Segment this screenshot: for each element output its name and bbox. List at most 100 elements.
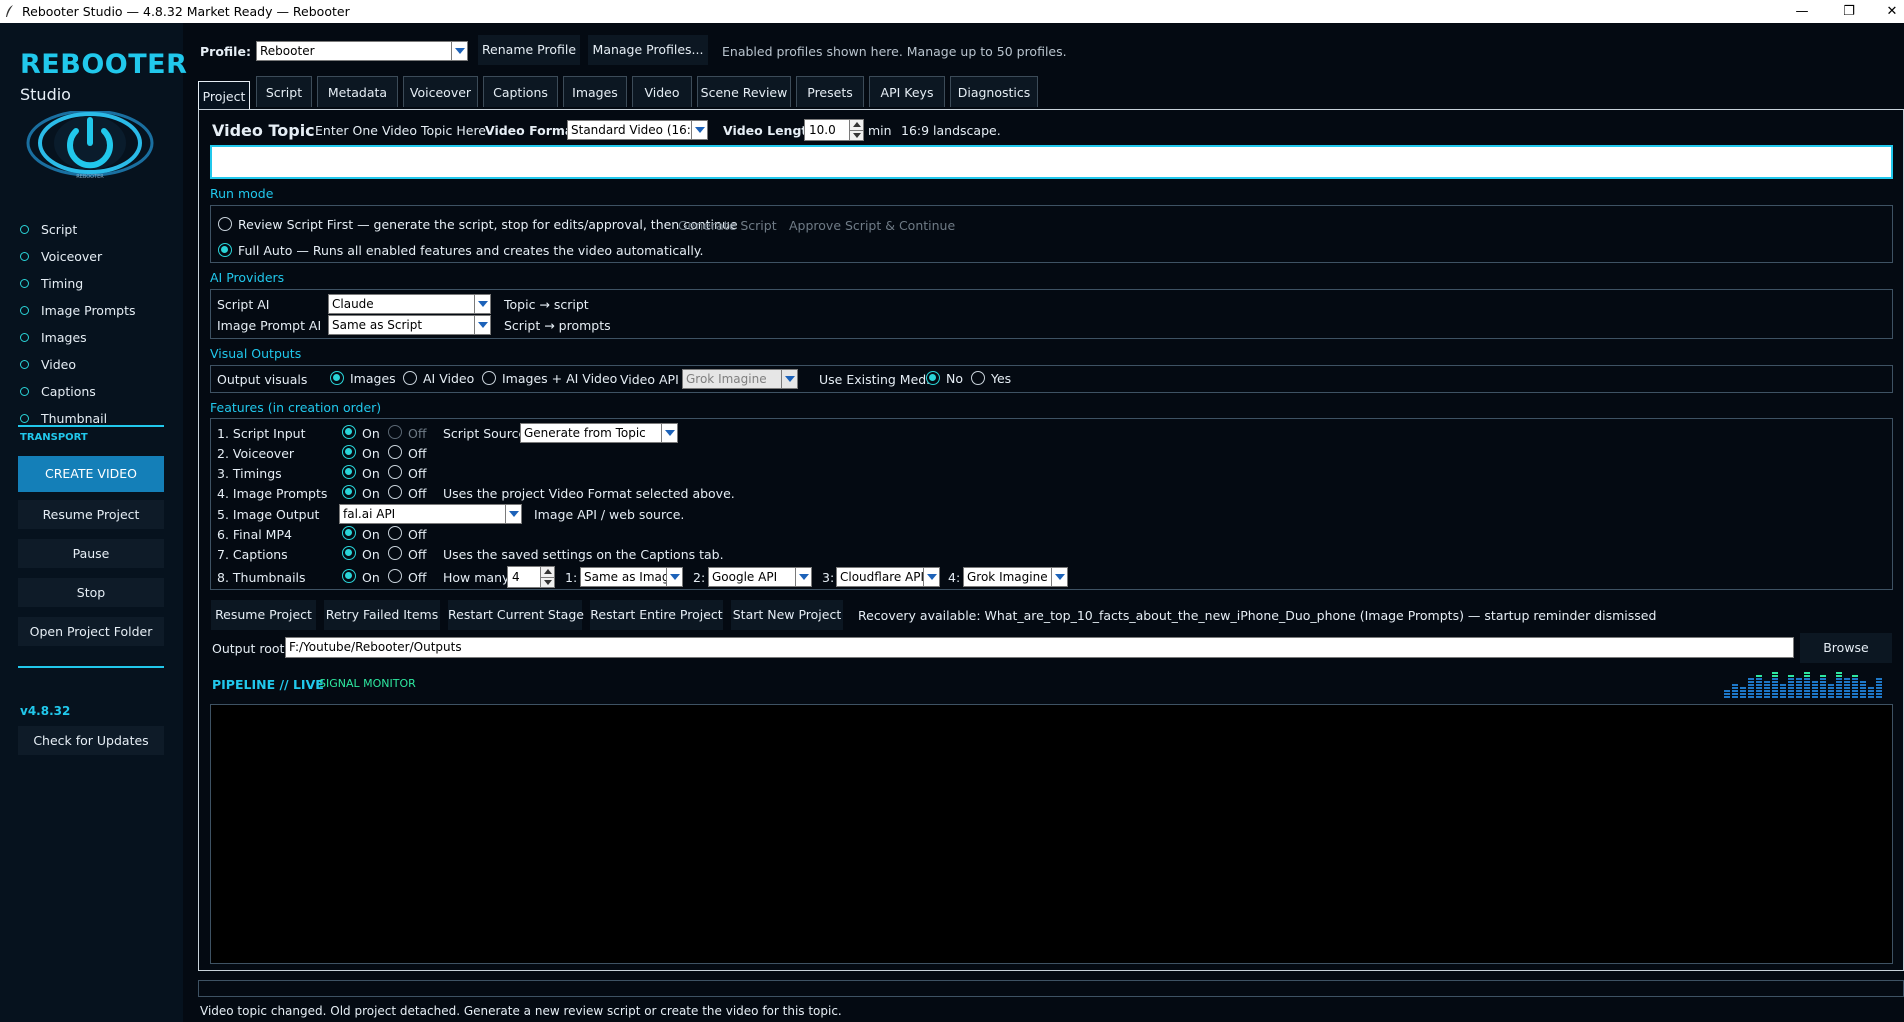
images-ai-video-option-label[interactable]: Images + AI Video [502,371,617,386]
tab-diagnostics[interactable]: Diagnostics [950,76,1038,107]
thumb-source-select-4[interactable]: Grok Imagine AI [963,567,1068,587]
how-many-stepper[interactable]: 4 [507,566,555,588]
chevron-down-icon[interactable] [474,316,490,334]
chevron-down-icon[interactable] [451,42,467,60]
minimize-button[interactable]: — [1787,2,1817,21]
use-existing-yes-radio[interactable] [971,371,985,385]
feature-off-label[interactable]: Off [408,570,426,585]
feature-on-label[interactable]: On [362,570,380,585]
chevron-down-icon[interactable] [505,505,521,523]
feature-on-radio[interactable] [342,546,356,560]
script-ai-select[interactable]: Claude [328,294,491,314]
feature-on-label[interactable]: On [362,446,380,461]
video-length-stepper[interactable]: 10.0 [804,119,864,141]
feature-off-label[interactable]: Off [408,466,426,481]
chevron-down-icon[interactable] [661,424,677,442]
feature-on-radio[interactable] [342,485,356,499]
retry-failed-button[interactable]: Retry Failed Items [324,600,440,630]
chevron-down-icon[interactable] [781,370,797,388]
feature-off-label[interactable]: Off [408,426,426,441]
feature-on-radio[interactable] [342,569,356,583]
browse-button[interactable]: Browse [1800,633,1892,663]
ai-video-radio[interactable] [403,371,417,385]
chevron-down-icon[interactable] [474,295,490,313]
feature-on-radio[interactable] [342,465,356,479]
feature-off-radio[interactable] [388,546,402,560]
tab-presets[interactable]: Presets [796,76,864,107]
feature-off-radio[interactable] [388,485,402,499]
approve-continue-button[interactable]: Approve Script & Continue [789,218,955,233]
tab-scene-review[interactable]: Scene Review [697,76,791,107]
use-existing-no-label[interactable]: No [946,371,963,386]
images-option-label[interactable]: Images [350,371,396,386]
create-video-button[interactable]: CREATE VIDEO [18,456,164,492]
feature-off-radio[interactable] [388,425,402,439]
tab-video[interactable]: Video [632,76,692,107]
feature-on-radio[interactable] [342,526,356,540]
stepper-down-icon[interactable] [540,577,554,587]
image-output-select[interactable]: fal.ai API [339,504,522,524]
feature-on-radio[interactable] [342,445,356,459]
tab-images[interactable]: Images [563,76,627,107]
restart-stage-button[interactable]: Restart Current Stage [448,600,584,630]
resume-project-button[interactable]: Resume Project [211,600,316,630]
thumb-source-select-1[interactable]: Same as Image [580,567,683,587]
chevron-down-icon[interactable] [666,568,682,586]
stepper-up-icon[interactable] [849,120,863,130]
chevron-down-icon[interactable] [923,568,939,586]
video-format-select[interactable]: Standard Video (16:9) [567,120,708,140]
feature-off-radio[interactable] [388,465,402,479]
feature-on-label[interactable]: On [362,527,380,542]
video-topic-input[interactable] [210,145,1893,179]
use-existing-no-radio[interactable] [926,371,940,385]
stepper-down-icon[interactable] [849,130,863,140]
review-first-radio[interactable] [218,217,232,231]
feature-on-label[interactable]: On [362,426,380,441]
use-existing-yes-label[interactable]: Yes [991,371,1011,386]
output-root-input[interactable]: F:/Youtube/Rebooter/Outputs [285,637,1794,658]
full-auto-radio[interactable] [218,243,232,257]
open-project-folder-button[interactable]: Open Project Folder [18,617,164,646]
restart-project-button[interactable]: Restart Entire Project [590,600,723,630]
tab-project[interactable]: Project [198,81,250,110]
feature-on-label[interactable]: On [362,547,380,562]
thumb-source-select-2[interactable]: Google API [708,567,812,587]
stop-button[interactable]: Stop [18,578,164,607]
image-prompt-ai-select[interactable]: Same as Script [328,315,491,335]
images-ai-video-radio[interactable] [482,371,496,385]
pause-button[interactable]: Pause [18,539,164,568]
restore-button[interactable]: ❐ [1834,2,1864,21]
feature-off-label[interactable]: Off [408,527,426,542]
tab-script[interactable]: Script [256,76,312,107]
profile-select[interactable]: Rebooter [256,41,468,61]
tab-captions[interactable]: Captions [483,76,558,107]
check-updates-button[interactable]: Check for Updates [18,726,164,755]
review-first-label[interactable]: Review Script First — generate the scrip… [238,217,738,232]
tab-voiceover[interactable]: Voiceover [403,76,478,107]
chevron-down-icon[interactable] [795,568,811,586]
feature-off-label[interactable]: Off [408,486,426,501]
feature-off-radio[interactable] [388,445,402,459]
start-new-project-button[interactable]: Start New Project [731,600,843,630]
feature-on-radio[interactable] [342,425,356,439]
feature-off-radio[interactable] [388,569,402,583]
feature-off-radio[interactable] [388,526,402,540]
script-source-select[interactable]: Generate from Topic [520,423,678,443]
feature-off-label[interactable]: Off [408,446,426,461]
ai-video-option-label[interactable]: AI Video [423,371,474,386]
chevron-down-icon[interactable] [1051,568,1067,586]
stepper-up-icon[interactable] [540,567,554,577]
chevron-down-icon[interactable] [691,121,707,139]
thumb-source-select-3[interactable]: Cloudflare API [836,567,940,587]
feature-on-label[interactable]: On [362,486,380,501]
video-api-select[interactable]: Grok Imagine [682,369,798,389]
generate-script-button[interactable]: Generate Script [678,218,777,233]
rename-profile-button[interactable]: Rename Profile [478,35,580,65]
feature-on-label[interactable]: On [362,466,380,481]
close-button[interactable]: ✕ [1877,2,1904,21]
images-radio[interactable] [330,371,344,385]
manage-profiles-button[interactable]: Manage Profiles... [588,35,708,65]
sidebar-resume-project-button[interactable]: Resume Project [18,500,164,529]
feature-off-label[interactable]: Off [408,547,426,562]
tab-metadata[interactable]: Metadata [317,76,398,107]
